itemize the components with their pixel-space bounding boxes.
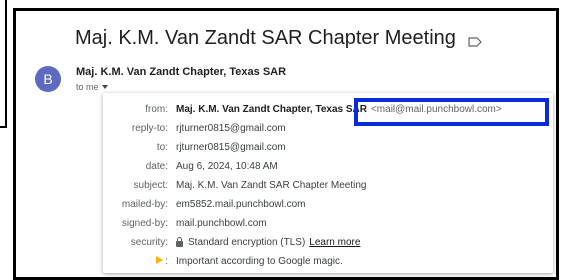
detail-row-date: date: Aug 6, 2024, 10:48 AM (103, 159, 278, 174)
detail-row-subject: subject: Maj. K.M. Van Zandt SAR Chapter… (103, 178, 367, 193)
subject-label: subject: (133, 180, 168, 191)
subject-row: Maj. K.M. Van Zandt SAR Chapter Meeting (75, 27, 482, 50)
mailed-by-label: mailed-by: (121, 199, 168, 210)
security-value: Standard encryption (TLS) (188, 237, 306, 248)
to-me-label: to me (76, 82, 99, 92)
date-value: Aug 6, 2024, 10:48 AM (176, 161, 278, 172)
email-address-highlight (354, 98, 549, 126)
email-subject: Maj. K.M. Van Zandt SAR Chapter Meeting (75, 27, 456, 49)
learn-more-link[interactable]: Learn more (309, 237, 360, 248)
to-value: rjturner0815@gmail.com (176, 142, 286, 153)
detail-row-reply-to: reply-to: rjturner0815@gmail.com (103, 121, 286, 136)
date-label: date: (145, 161, 168, 172)
lock-icon (176, 236, 183, 247)
from-label: from: (145, 104, 168, 115)
detail-row-security: security: Standard encryption (TLS) Lear… (103, 235, 360, 250)
label-icon[interactable] (468, 34, 482, 47)
subject-value: Maj. K.M. Van Zandt SAR Chapter Meeting (176, 180, 367, 191)
from-name: Maj. K.M. Van Zandt Chapter, Texas SAR (176, 104, 367, 115)
signed-by-value: mail.punchbowl.com (176, 218, 267, 229)
chevron-down-icon[interactable] (101, 85, 108, 89)
signed-by-label: signed-by: (121, 218, 168, 229)
security-label: security: (130, 237, 168, 248)
importance-marker-icon (156, 256, 164, 264)
detail-row-signed-by: signed-by: mail.punchbowl.com (103, 216, 267, 231)
importance-label: : (103, 256, 176, 267)
importance-colon: : (165, 256, 168, 267)
to-label: to: (156, 142, 168, 153)
detail-row-to: to: rjturner0815@gmail.com (103, 140, 286, 155)
importance-value: Important according to Google magic. (176, 256, 343, 267)
left-frame (0, 0, 7, 128)
avatar[interactable]: B (35, 66, 61, 92)
reply-to-value: rjturner0815@gmail.com (176, 123, 286, 134)
reply-to-label: reply-to: (131, 123, 168, 134)
detail-row-importance: : Important according to Google magic. (103, 254, 343, 269)
recipient-toggle[interactable]: to me (76, 82, 108, 92)
detail-row-mailed-by: mailed-by: em5852.mail.punchbowl.com (103, 197, 306, 212)
mailed-by-value: em5852.mail.punchbowl.com (176, 199, 306, 210)
sender-name: Maj. K.M. Van Zandt Chapter, Texas SAR (76, 66, 287, 78)
